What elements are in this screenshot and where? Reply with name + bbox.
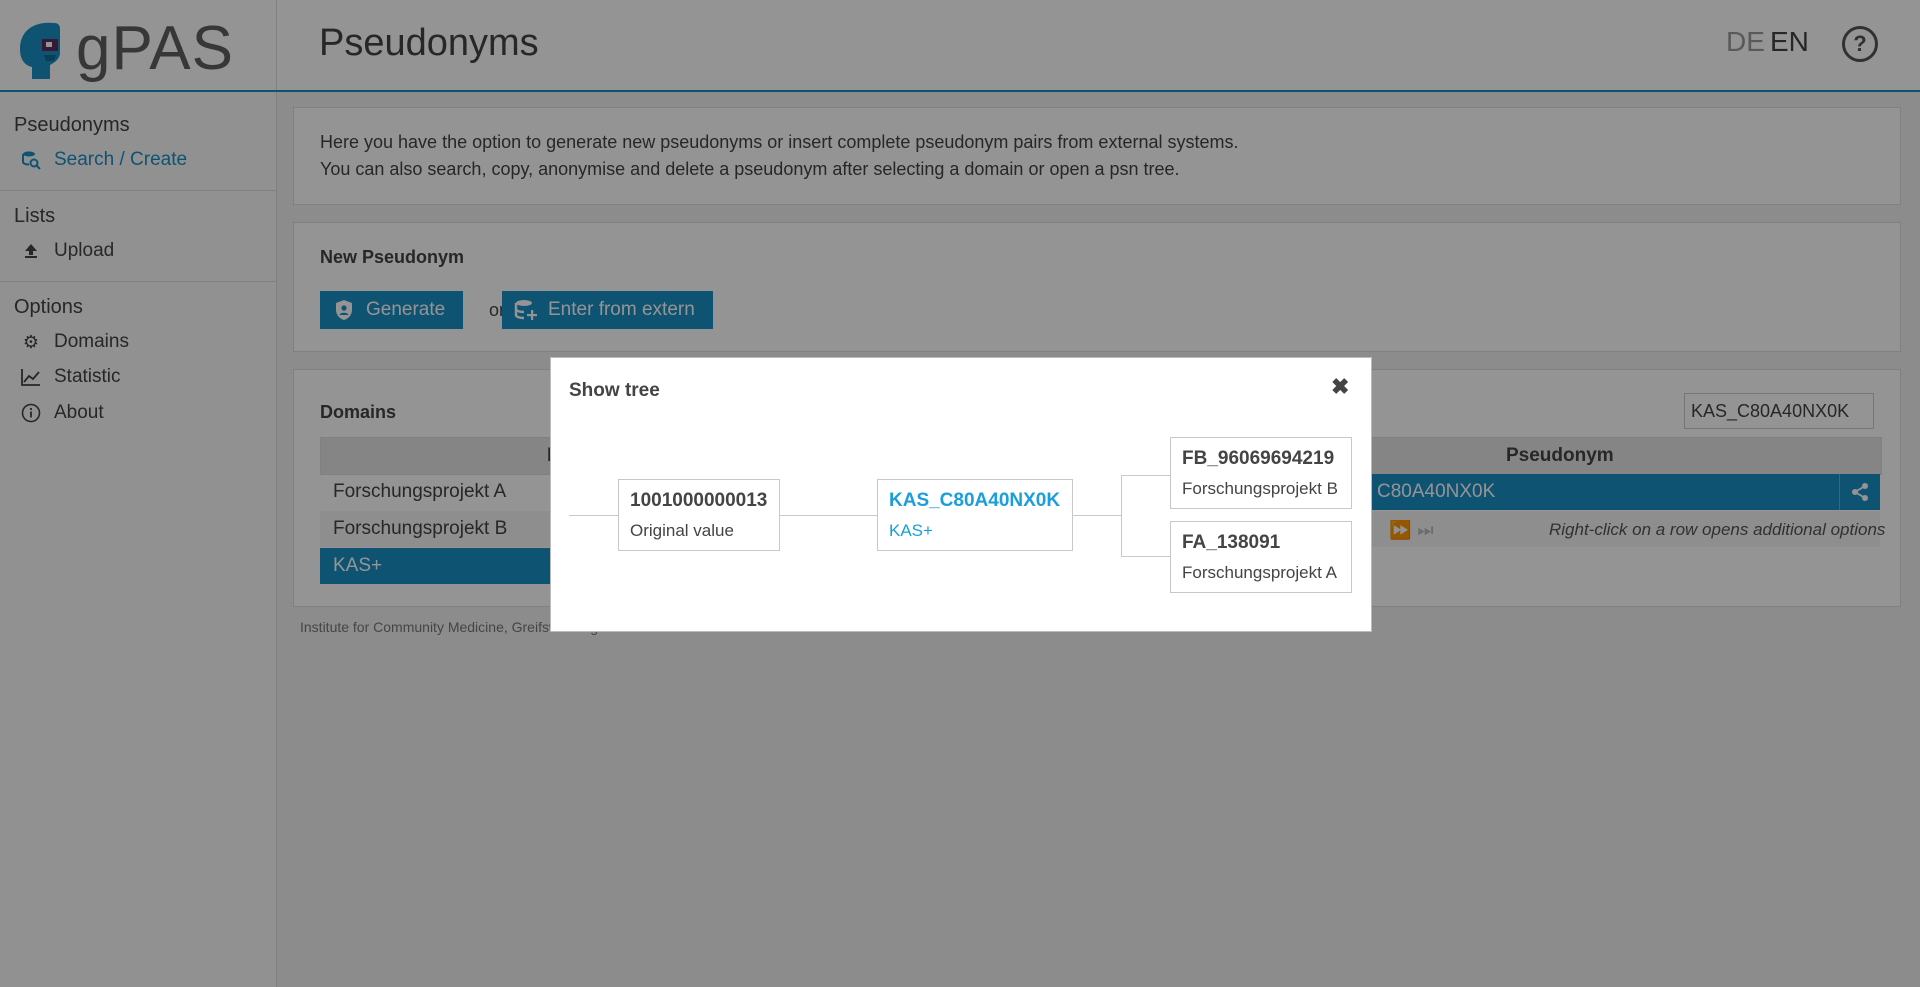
app-root: gPAS Pseudonyms DE EN ? Pseudonyms Searc… xyxy=(0,0,1920,987)
node-value: KAS_C80A40NX0K xyxy=(889,490,1061,511)
tree-connector xyxy=(1121,556,1170,557)
tree-node-selected-pseudonym[interactable]: KAS_C80A40NX0K KAS+ xyxy=(877,479,1073,551)
tree-node-original-value[interactable]: 1001000000013 Original value xyxy=(618,479,780,551)
close-icon[interactable]: ✖ xyxy=(1331,374,1349,400)
tree-connector xyxy=(1121,475,1170,476)
tree-connector xyxy=(1072,515,1121,516)
tree-node-child-a[interactable]: FA_138091 Forschungsprojekt A xyxy=(1170,521,1352,593)
node-label: KAS+ xyxy=(889,521,933,540)
tree-connector xyxy=(569,515,618,516)
node-label: Forschungsprojekt A xyxy=(1182,563,1337,582)
tree-connector xyxy=(1121,475,1122,557)
node-label: Forschungsprojekt B xyxy=(1182,479,1338,498)
show-tree-dialog: Show tree ✖ 1001000000013 Original value… xyxy=(550,357,1372,632)
tree-connector xyxy=(779,515,877,516)
tree-node-child-b[interactable]: FB_96069694219 Forschungsprojekt B xyxy=(1170,437,1352,509)
dialog-title: Show tree xyxy=(569,380,660,401)
node-value: 1001000000013 xyxy=(630,490,768,511)
node-value: FA_138091 xyxy=(1182,532,1281,553)
node-label: Original value xyxy=(630,521,734,540)
node-value: FB_96069694219 xyxy=(1182,448,1335,469)
